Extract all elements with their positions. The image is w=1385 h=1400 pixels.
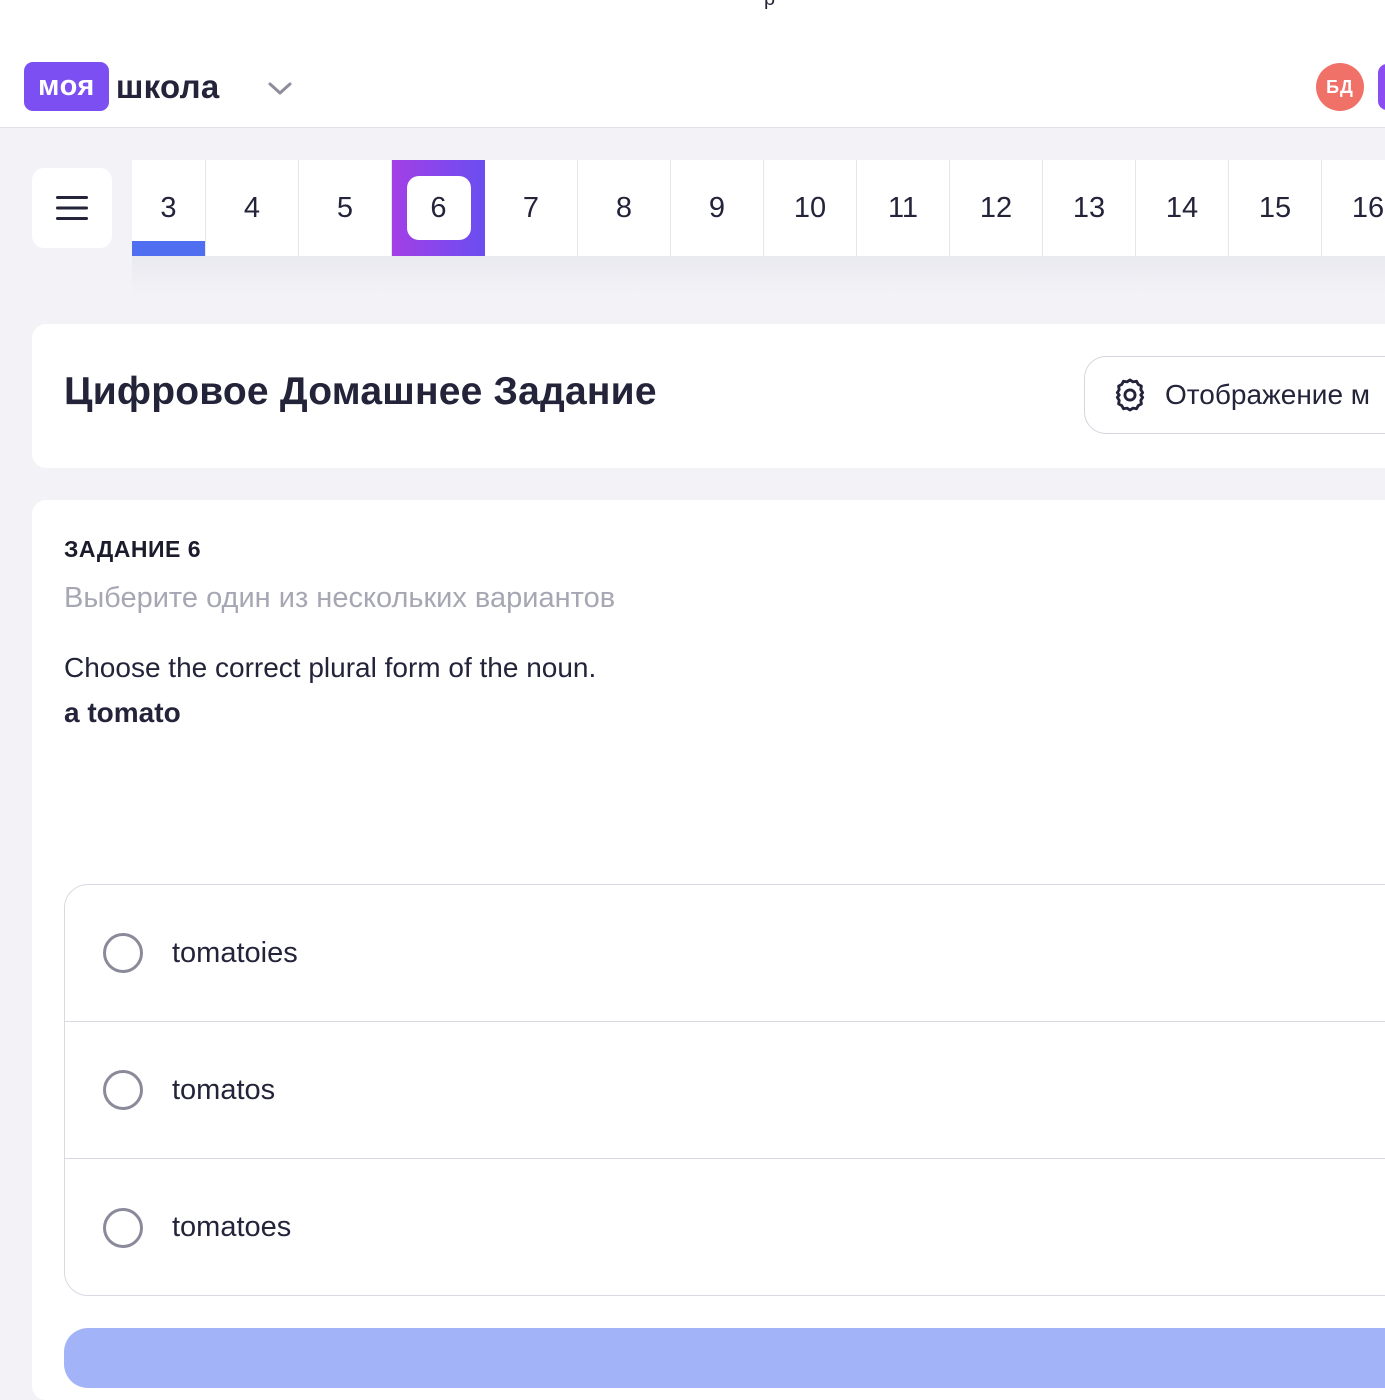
tab-task-13[interactable]: 13	[1043, 160, 1136, 256]
task-tabs: 3 4 5 6 7 8 9 10 11 12 13 14 15 16	[132, 160, 1385, 256]
tab-label: 9	[708, 191, 726, 224]
tab-task-10[interactable]: 10	[764, 160, 857, 256]
top-bar: р моя школа БД	[0, 0, 1385, 128]
tab-task-6[interactable]: 6	[392, 160, 485, 256]
tab-label: 8	[615, 191, 633, 224]
tab-task-16[interactable]: 16	[1322, 160, 1385, 256]
tab-task-8[interactable]: 8	[578, 160, 671, 256]
tab-task-4[interactable]: 4	[206, 160, 299, 256]
tabs-shadow	[132, 256, 1385, 296]
page-title: Цифровое Домашнее Задание	[64, 370, 657, 413]
school-logo[interactable]: моя школа	[24, 62, 220, 111]
tab-label: 4	[243, 191, 261, 224]
radio-unchecked-icon[interactable]	[103, 933, 143, 973]
notification-chip[interactable]	[1378, 64, 1385, 110]
tab-label: 7	[522, 191, 540, 224]
radio-unchecked-icon[interactable]	[103, 1070, 143, 1110]
answer-option-label: tomatos	[172, 1073, 276, 1106]
question-text: Choose the correct plural form of the no…	[64, 652, 597, 683]
tab-task-9[interactable]: 9	[671, 160, 764, 256]
tab-label: 12	[979, 191, 1013, 224]
display-settings-button[interactable]: Отображение м	[1084, 356, 1385, 434]
menu-icon	[56, 196, 88, 220]
tab-label: 14	[1165, 191, 1199, 224]
tab-task-12[interactable]: 12	[950, 160, 1043, 256]
question-noun: a tomato	[64, 697, 181, 728]
tab-task-11[interactable]: 11	[857, 160, 950, 256]
answer-option[interactable]: tomatoes	[65, 1159, 1385, 1295]
tab-task-7[interactable]: 7	[485, 160, 578, 256]
answer-option-label: tomatoes	[172, 1211, 292, 1243]
chevron-down-icon[interactable]	[265, 76, 295, 100]
logo-text: школа	[115, 67, 220, 105]
answer-option-label: tomatoies	[172, 936, 298, 969]
tab-task-3[interactable]: 3	[132, 160, 206, 256]
tab-label: 13	[1072, 191, 1106, 224]
tab-label: 16	[1351, 191, 1385, 224]
answer-option[interactable]: tomatoies	[65, 885, 1385, 1022]
task-card: ЗАДАНИЕ 6 Выберите один из нескольких ва…	[32, 500, 1385, 1400]
task-hint: Выберите один из нескольких вариантов	[64, 582, 616, 614]
tab-label: 5	[336, 191, 354, 224]
header-card: Цифровое Домашнее Задание Отображение м	[32, 324, 1385, 468]
tab-task-14[interactable]: 14	[1136, 160, 1229, 256]
tab-label: 10	[793, 191, 827, 224]
top-crumb: р	[764, 0, 775, 9]
gear-icon	[1115, 378, 1145, 412]
avatar[interactable]: БД	[1316, 63, 1364, 111]
tab-task-15[interactable]: 15	[1229, 160, 1322, 256]
tab-label: 11	[887, 191, 919, 224]
logo-badge: моя	[24, 62, 109, 111]
active-tab-marker: 6	[406, 176, 471, 240]
tab-label: 3	[160, 191, 177, 224]
tab-label: 15	[1258, 191, 1292, 224]
answer-option[interactable]: tomatos	[65, 1022, 1385, 1159]
answer-options: tomatoies tomatos tomatoes	[64, 884, 1385, 1296]
submit-button[interactable]	[64, 1328, 1385, 1388]
radio-unchecked-icon[interactable]	[103, 1207, 143, 1248]
tab-label: 6	[430, 191, 447, 224]
task-label: ЗАДАНИЕ 6	[64, 536, 202, 562]
display-settings-label: Отображение м	[1165, 379, 1371, 410]
tab-task-5[interactable]: 5	[299, 160, 392, 256]
menu-button[interactable]	[32, 168, 112, 248]
